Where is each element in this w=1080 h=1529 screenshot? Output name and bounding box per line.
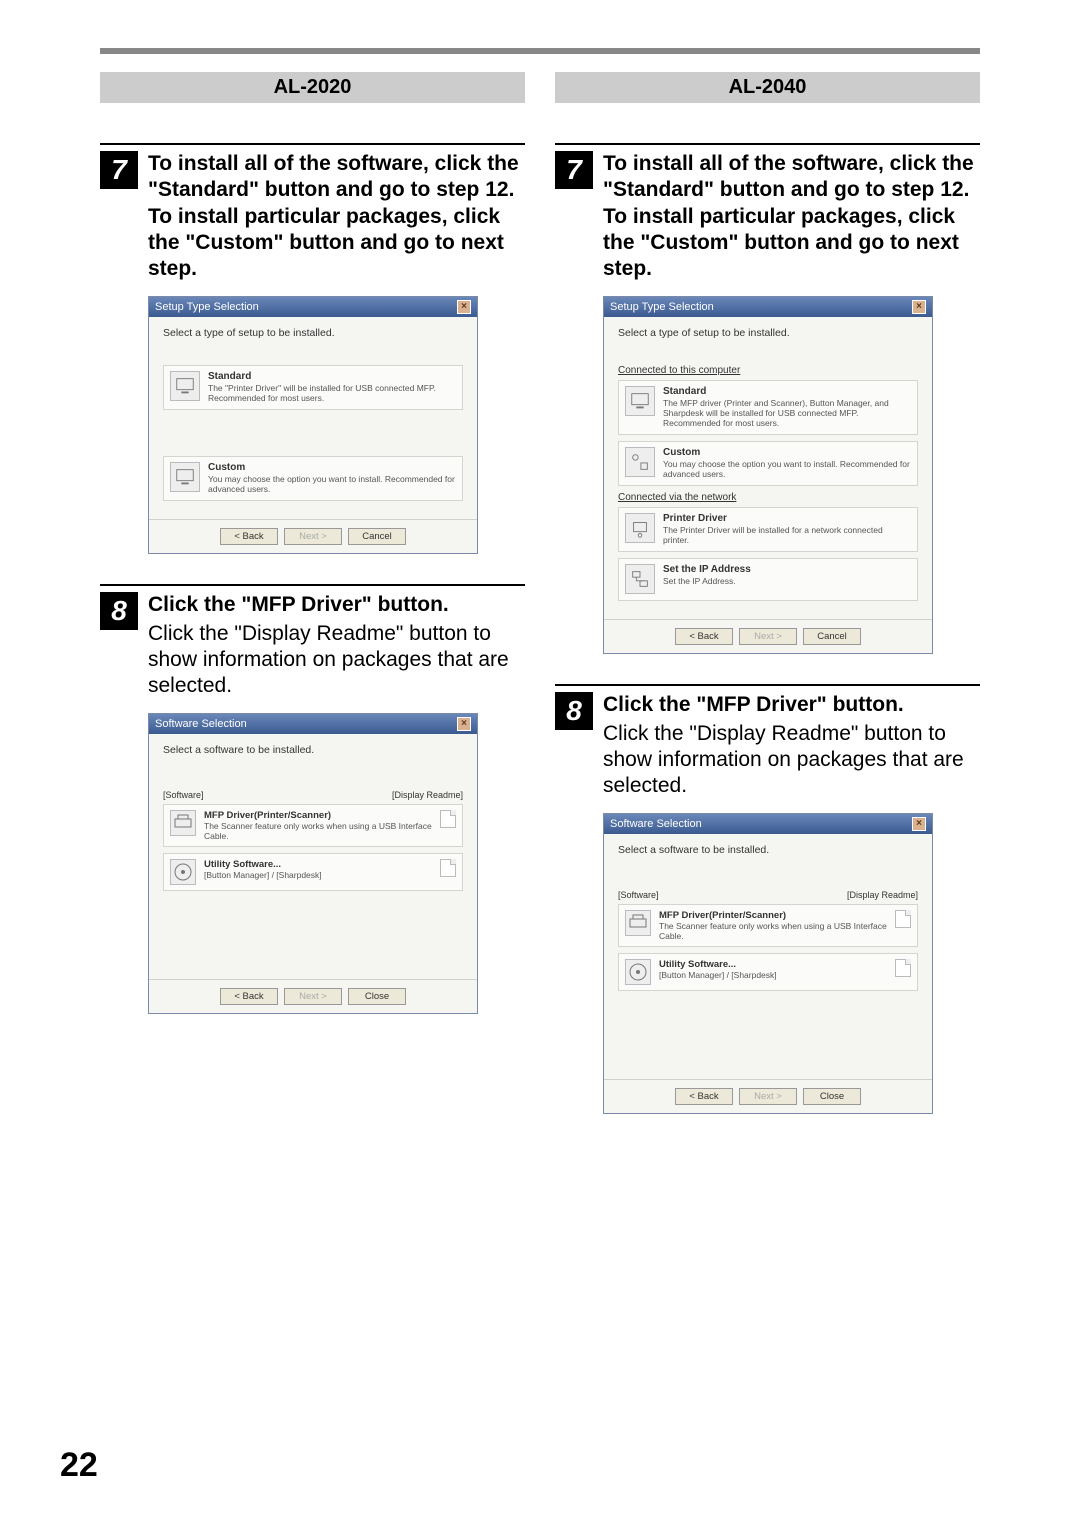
dialog-title-text: Software Selection	[610, 818, 702, 830]
close-button[interactable]: Close	[803, 1088, 861, 1105]
model-left: AL-2020	[100, 72, 525, 103]
step-7-right: 7 To install all of the software, click …	[555, 143, 980, 654]
next-button: Next >	[739, 1088, 797, 1105]
column-al-2020: 7 To install all of the software, click …	[100, 143, 525, 1144]
header-rule	[100, 48, 980, 54]
software-utility[interactable]: Utility Software... [Button Manager] / […	[618, 953, 918, 991]
software-mfp-driver[interactable]: MFP Driver(Printer/Scanner) The Scanner …	[618, 904, 918, 947]
back-button[interactable]: < Back	[220, 988, 278, 1005]
step-8-sub: Click the "Display Readme" button to sho…	[148, 621, 525, 700]
step-8-sub: Click the "Display Readme" button to sho…	[603, 721, 980, 800]
column-display-readme: [Display Readme]	[847, 890, 918, 900]
page-number: 22	[60, 1446, 98, 1485]
column-software: [Software]	[618, 890, 659, 900]
readme-icon[interactable]	[895, 910, 911, 928]
printer-icon	[170, 810, 196, 836]
custom-icon	[625, 447, 655, 477]
standard-icon	[170, 371, 200, 401]
column-al-2040: 7 To install all of the software, click …	[555, 143, 980, 1144]
cd-icon	[625, 959, 651, 985]
option-printer-driver[interactable]: Printer Driver The Printer Driver will b…	[618, 507, 918, 552]
cd-icon	[170, 859, 196, 885]
step-number: 7	[555, 151, 593, 189]
option-custom[interactable]: Custom You may choose the option you wan…	[163, 456, 463, 501]
dialog-software-selection-2020: Software Selection × Select a software t…	[148, 713, 478, 1014]
next-button: Next >	[739, 628, 797, 645]
software-mfp-driver[interactable]: MFP Driver(Printer/Scanner) The Scanner …	[163, 804, 463, 847]
readme-icon[interactable]	[440, 859, 456, 877]
dialog-message: Select a software to be installed.	[618, 844, 918, 856]
dialog-message: Select a software to be installed.	[163, 744, 463, 756]
step-7-title: To install all of the software, click th…	[148, 151, 525, 282]
dialog-title-text: Setup Type Selection	[610, 301, 714, 313]
step-7-left: 7 To install all of the software, click …	[100, 143, 525, 554]
step-8-title: Click the "MFP Driver" button.	[148, 592, 525, 618]
group-connected-network: Connected via the network	[618, 492, 918, 503]
step-number: 8	[100, 592, 138, 630]
close-button[interactable]: Close	[348, 988, 406, 1005]
readme-icon[interactable]	[440, 810, 456, 828]
step-number: 8	[555, 692, 593, 730]
cancel-button[interactable]: Cancel	[348, 528, 406, 545]
network-icon	[625, 564, 655, 594]
next-button: Next >	[284, 988, 342, 1005]
back-button[interactable]: < Back	[675, 1088, 733, 1105]
dialog-title-text: Software Selection	[155, 718, 247, 730]
column-display-readme: [Display Readme]	[392, 790, 463, 800]
option-set-ip[interactable]: Set the IP Address Set the IP Address.	[618, 558, 918, 601]
dialog-setup-type-2040: Setup Type Selection × Select a type of …	[603, 296, 933, 654]
dialog-title-text: Setup Type Selection	[155, 301, 259, 313]
option-custom[interactable]: Custom You may choose the option you wan…	[618, 441, 918, 486]
back-button[interactable]: < Back	[675, 628, 733, 645]
option-standard[interactable]: Standard The "Printer Driver" will be in…	[163, 365, 463, 410]
standard-icon	[625, 386, 655, 416]
next-button: Next >	[284, 528, 342, 545]
group-connected-this: Connected to this computer	[618, 365, 918, 376]
model-right: AL-2040	[555, 72, 980, 103]
step-number: 7	[100, 151, 138, 189]
step-8-title: Click the "MFP Driver" button.	[603, 692, 980, 718]
close-icon[interactable]: ×	[457, 300, 471, 314]
close-icon[interactable]: ×	[912, 817, 926, 831]
step-7-title: To install all of the software, click th…	[603, 151, 980, 282]
option-standard[interactable]: Standard The MFP driver (Printer and Sca…	[618, 380, 918, 435]
software-utility[interactable]: Utility Software... [Button Manager] / […	[163, 853, 463, 891]
dialog-software-selection-2040: Software Selection × Select a software t…	[603, 813, 933, 1114]
column-software: [Software]	[163, 790, 204, 800]
back-button[interactable]: < Back	[220, 528, 278, 545]
close-icon[interactable]: ×	[457, 717, 471, 731]
custom-icon	[170, 462, 200, 492]
dialog-message: Select a type of setup to be installed.	[163, 327, 463, 339]
cancel-button[interactable]: Cancel	[803, 628, 861, 645]
close-icon[interactable]: ×	[912, 300, 926, 314]
dialog-message: Select a type of setup to be installed.	[618, 327, 918, 339]
dialog-setup-type-2020: Setup Type Selection × Select a type of …	[148, 296, 478, 554]
readme-icon[interactable]	[895, 959, 911, 977]
step-8-left: 8 Click the "MFP Driver" button. Click t…	[100, 584, 525, 1014]
printer-network-icon	[625, 513, 655, 543]
step-8-right: 8 Click the "MFP Driver" button. Click t…	[555, 684, 980, 1114]
model-header-row: AL-2020 AL-2040	[100, 72, 980, 103]
printer-icon	[625, 910, 651, 936]
